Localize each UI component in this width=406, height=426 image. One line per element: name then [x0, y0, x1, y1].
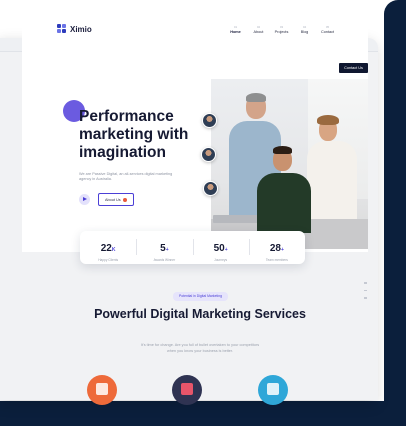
- hero-subtext: We are Passive Digital, an all-services …: [79, 172, 173, 181]
- nav-label: Projects: [274, 30, 289, 34]
- navy-edge-bottom: [0, 401, 406, 426]
- stat-caption: Journeys: [214, 258, 228, 262]
- team-avatar[interactable]: [203, 181, 218, 196]
- about-us-button[interactable]: About Us: [98, 193, 134, 206]
- stat-journeys: 50+ Journeys: [192, 231, 249, 264]
- nav-label: About: [253, 30, 264, 34]
- hero-team-photo: [211, 79, 368, 249]
- contact-us-button[interactable]: Contact Us: [339, 63, 368, 73]
- brand-name: Ximio: [70, 24, 92, 34]
- stat-unit: K: [111, 247, 116, 253]
- nav-item-projects[interactable]: 03 Projects: [270, 25, 293, 34]
- hero-headline: Performance marketing with imagination: [79, 108, 189, 161]
- service-icon-analytics[interactable]: [258, 375, 288, 405]
- about-us-label: About Us: [105, 197, 121, 202]
- main-nav: 01 Home 02 About 03 Projects 04 Blog 05 …: [224, 25, 339, 34]
- section-pill: Potential in Digital Marketing: [173, 292, 228, 301]
- nav-label: Contact: [320, 30, 335, 34]
- service-icon-marketing[interactable]: [87, 375, 117, 405]
- stat-unit: +: [280, 247, 284, 253]
- nav-item-home[interactable]: 01 Home: [224, 25, 247, 34]
- nav-item-blog[interactable]: 04 Blog: [293, 25, 316, 34]
- service-icon-shopping[interactable]: [172, 375, 202, 405]
- services-title: Powerful Digital Marketing Services: [94, 307, 306, 321]
- nav-num: 02: [256, 25, 261, 29]
- nav-label: Home: [230, 30, 241, 34]
- services-subtitle: It's time for change. Are you full of bu…: [140, 343, 260, 353]
- stat-value: 50: [213, 243, 225, 254]
- stat-unit: +: [165, 247, 169, 253]
- stat-caption: Happy Clients: [98, 258, 119, 262]
- nav-num: 03: [279, 25, 284, 29]
- stat-clients: 22K Happy Clients: [80, 231, 136, 264]
- stat-caption: Team members: [265, 258, 288, 262]
- stat-caption: Awards Winner: [153, 258, 176, 262]
- nav-num: 01: [233, 25, 238, 29]
- nav-item-contact[interactable]: 05 Contact: [316, 25, 339, 34]
- nav-label: Blog: [300, 30, 309, 34]
- brand-logo[interactable]: Ximio: [57, 23, 92, 35]
- stat-awards: 5+ Awards Winner: [136, 231, 192, 264]
- nav-item-about[interactable]: 02 About: [247, 25, 270, 34]
- logo-icon: [57, 24, 67, 34]
- stats-bar: 22K Happy Clients 5+ Awards Winner 50+ J…: [80, 231, 305, 264]
- arrow-icon: [123, 198, 127, 202]
- stat-unit: +: [224, 247, 228, 253]
- stat-team: 28+ Team members: [248, 231, 305, 264]
- stat-value: 22: [100, 243, 112, 254]
- stat-value: 28: [269, 243, 281, 254]
- side-scroll-indicator[interactable]: [364, 282, 370, 305]
- navy-edge-right: [384, 0, 406, 426]
- play-video-button[interactable]: [79, 194, 90, 205]
- nav-num: 05: [325, 25, 330, 29]
- nav-num: 04: [302, 25, 307, 29]
